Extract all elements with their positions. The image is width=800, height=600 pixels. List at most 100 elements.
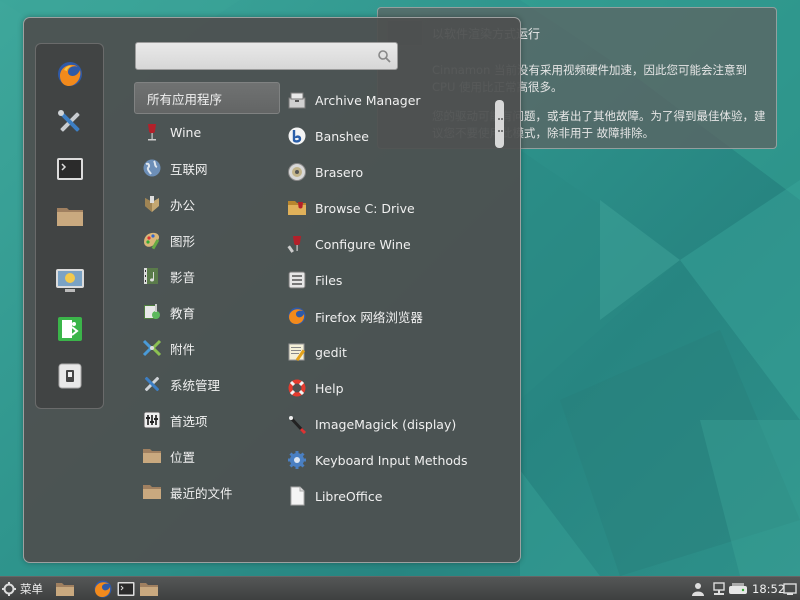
app-firefox[interactable]: Firefox 网络浏览器 — [287, 301, 423, 331]
show-desktop-button[interactable] — [55, 579, 75, 599]
category-label: 最近的文件 — [170, 485, 233, 501]
globe-icon — [143, 159, 161, 177]
multimedia-icon — [144, 268, 158, 284]
imagemagick-icon — [288, 415, 307, 434]
terminal-icon — [57, 158, 83, 180]
category-education[interactable]: 教育 — [134, 296, 280, 328]
app-label: LibreOffice — [315, 488, 383, 504]
accessories-icon — [142, 339, 162, 357]
favorite-lock-screen[interactable] — [55, 266, 85, 296]
app-browse-c-drive[interactable]: Browse C: Drive — [287, 193, 415, 223]
app-brasero[interactable]: Brasero — [287, 157, 363, 187]
network-applet[interactable] — [712, 579, 726, 599]
category-label: 首选项 — [170, 413, 208, 429]
app-label: Browse C: Drive — [315, 200, 415, 216]
search-box[interactable] — [135, 42, 398, 70]
folder-icon — [140, 583, 158, 596]
drive-icon — [729, 583, 747, 594]
favorite-system-settings[interactable] — [55, 107, 85, 137]
firefox-icon — [58, 62, 82, 86]
firefox-icon — [94, 580, 112, 598]
category-label: 位置 — [170, 449, 196, 465]
favorite-shut-down[interactable] — [55, 361, 85, 391]
app-gedit[interactable]: gedit — [287, 337, 347, 367]
category-graphics[interactable]: 图形 — [134, 224, 280, 256]
window-list-icon — [783, 583, 797, 595]
category-label: 教育 — [170, 305, 196, 321]
menu-label: 菜单 — [20, 582, 43, 596]
app-imagemagick[interactable]: ImageMagick (display) — [287, 409, 456, 439]
wine-config-icon — [287, 236, 301, 253]
removable-drives-applet[interactable] — [728, 579, 748, 599]
favorite-log-out[interactable] — [55, 314, 85, 344]
category-label: 影音 — [170, 269, 196, 285]
app-label: Configure Wine — [315, 236, 411, 252]
app-label: Firefox 网络浏览器 — [315, 309, 423, 325]
menu-gear-icon — [2, 582, 16, 596]
application-menu: 所有应用程序 Wine 互联网 办公 图形 影音 教育 附件 系统管理 首选项 … — [23, 17, 521, 563]
category-preferences[interactable]: 首选项 — [134, 404, 280, 436]
app-label: Help — [315, 380, 344, 396]
tools-icon — [58, 110, 80, 132]
network-icon — [713, 582, 725, 595]
category-wine[interactable]: Wine — [134, 116, 280, 148]
category-internet[interactable]: 互联网 — [134, 152, 280, 184]
search-input[interactable] — [140, 46, 374, 68]
category-all-applications[interactable]: 所有应用程序 — [134, 82, 280, 114]
archive-icon — [288, 92, 306, 109]
power-icon — [58, 363, 82, 389]
terminal-icon — [117, 582, 135, 596]
show-desktop-icon — [56, 583, 74, 596]
user-applet[interactable] — [692, 579, 704, 599]
wine-folder-icon — [288, 201, 306, 215]
app-archive-manager[interactable]: Archive Manager — [287, 85, 421, 115]
files-icon — [288, 271, 306, 289]
favorite-files[interactable] — [55, 201, 85, 231]
category-multimedia[interactable]: 影音 — [134, 260, 280, 292]
category-places[interactable]: 位置 — [134, 440, 280, 472]
app-label: Archive Manager — [315, 92, 421, 108]
app-keyboard-input-methods[interactable]: Keyboard Input Methods — [287, 445, 467, 475]
category-label: 所有应用程序 — [147, 91, 223, 107]
app-files[interactable]: Files — [287, 265, 342, 295]
app-help[interactable]: Help — [287, 373, 344, 403]
search-icon[interactable] — [377, 49, 391, 63]
category-administration[interactable]: 系统管理 — [134, 368, 280, 400]
help-icon — [288, 379, 306, 397]
folder-icon — [57, 208, 83, 226]
favorites-bar — [35, 43, 104, 409]
category-recent-files[interactable]: 最近的文件 — [134, 476, 280, 508]
category-office[interactable]: 办公 — [134, 188, 280, 220]
app-label: Keyboard Input Methods — [315, 452, 468, 468]
launcher-firefox[interactable] — [93, 579, 113, 599]
category-accessories[interactable]: 附件 — [134, 332, 280, 364]
wine-icon — [148, 124, 156, 141]
favorite-firefox[interactable] — [55, 59, 85, 89]
firefox-icon — [288, 307, 306, 325]
preferences-icon — [143, 411, 161, 429]
launcher-terminal[interactable] — [117, 579, 135, 599]
favorite-terminal[interactable] — [55, 154, 85, 184]
bottom-panel: 菜单 18:52 — [0, 576, 800, 600]
app-label: Banshee — [315, 128, 369, 144]
app-label: Files — [315, 272, 343, 288]
gear-icon — [288, 451, 306, 469]
clock-applet[interactable]: 18:52 — [752, 579, 785, 599]
logout-icon — [58, 317, 82, 341]
lock-screen-icon — [56, 269, 84, 292]
category-label: 系统管理 — [170, 377, 221, 393]
menu-button[interactable]: 菜单 — [2, 579, 43, 599]
app-list-scrollbar[interactable] — [495, 100, 504, 148]
folder-icon — [143, 449, 161, 463]
disc-icon — [288, 163, 306, 181]
category-label: 附件 — [170, 341, 196, 357]
launcher-files[interactable] — [139, 579, 159, 599]
app-libreoffice[interactable]: LibreOffice — [287, 481, 382, 511]
folder-icon — [143, 485, 161, 499]
app-configure-wine[interactable]: Configure Wine — [287, 229, 411, 259]
user-icon — [692, 583, 704, 596]
gedit-icon — [288, 343, 306, 362]
category-label: 互联网 — [170, 161, 208, 177]
workspace-switcher[interactable] — [783, 579, 797, 599]
app-banshee[interactable]: Banshee — [287, 121, 369, 151]
